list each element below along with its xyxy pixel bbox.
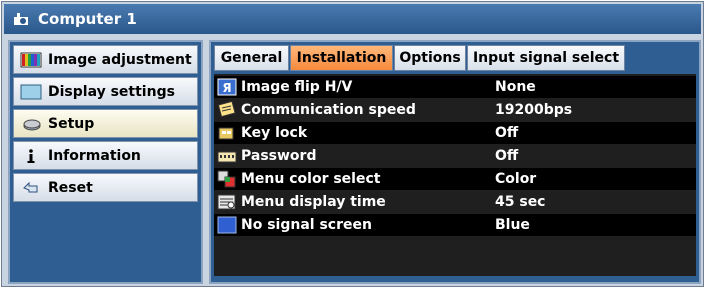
sidebar-item-label: Information (48, 147, 141, 164)
menu-color-icon (217, 170, 236, 188)
sidebar-item-setup[interactable]: Setup (13, 109, 198, 138)
tab-installation[interactable]: Installation (290, 45, 393, 71)
sidebar-item-reset[interactable]: Reset (13, 173, 198, 202)
tab-bar: General Installation Options Input signa… (214, 45, 696, 71)
setting-row-password[interactable]: Password Off (214, 145, 696, 167)
sidebar-item-display-settings[interactable]: Display settings (13, 77, 198, 106)
tab-options[interactable]: Options (394, 45, 466, 71)
tab-input-signal-select[interactable]: Input signal select (467, 45, 625, 71)
projector-icon (14, 13, 28, 25)
setting-row-menu-color-select[interactable]: Menu color select Color (214, 168, 696, 190)
key-lock-icon (218, 127, 234, 140)
setting-row-image-flip[interactable]: Я Image flip H/V None (214, 76, 696, 98)
setting-row-communication-speed[interactable]: Communication speed 19200bps (214, 99, 696, 121)
setting-row-no-signal-screen[interactable]: No signal screen Blue (214, 214, 696, 236)
information-icon (27, 148, 35, 163)
sidebar: Image adjustment Display settings Setup … (8, 40, 203, 284)
setting-row-menu-display-time[interactable]: Menu display time 45 sec (214, 191, 696, 213)
image-flip-icon: Я (217, 78, 237, 96)
no-signal-icon (217, 216, 237, 234)
menu-window: Computer 1 Image adjustment Display sett… (1, 1, 704, 287)
reset-icon (23, 181, 38, 192)
communication-icon (217, 101, 236, 118)
setup-icon (23, 119, 41, 130)
setting-row-key-lock[interactable]: Key lock Off (214, 122, 696, 144)
sidebar-item-label: Image adjustment (48, 51, 192, 68)
menu-time-icon (217, 194, 236, 210)
window-title: Computer 1 (38, 10, 137, 28)
sidebar-item-image-adjustment[interactable]: Image adjustment (13, 45, 198, 74)
sidebar-item-label: Display settings (48, 83, 175, 100)
sidebar-item-information[interactable]: Information (13, 141, 198, 170)
display-settings-icon (20, 84, 42, 99)
svg-text:Я: Я (222, 81, 231, 95)
tab-general[interactable]: General (214, 45, 289, 71)
title-bar: Computer 1 (4, 4, 701, 34)
sidebar-item-label: Setup (48, 115, 95, 132)
sidebar-item-label: Reset (48, 179, 93, 196)
settings-list: Я Image flip H/V None Communication spee… (214, 74, 696, 276)
password-icon (217, 151, 237, 163)
settings-panel: General Installation Options Input signa… (209, 40, 701, 284)
image-adjustment-icon (20, 52, 42, 67)
